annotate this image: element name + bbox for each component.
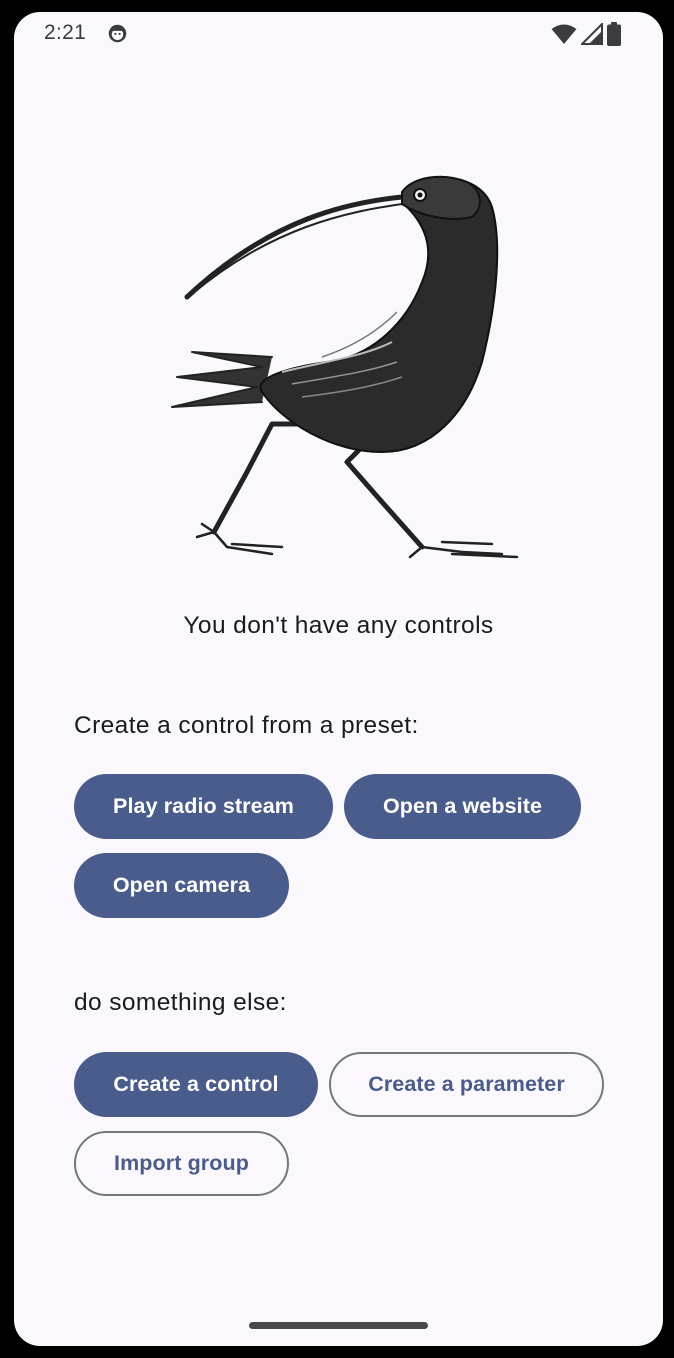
wifi-icon xyxy=(551,24,577,44)
open-camera-button[interactable]: Open camera xyxy=(74,853,289,918)
home-indicator[interactable] xyxy=(249,1322,428,1329)
open-website-button[interactable]: Open a website xyxy=(344,774,581,839)
app-screen: 2:21 You don't have any controls Create … xyxy=(14,12,663,1346)
status-icons xyxy=(551,22,621,46)
import-group-button[interactable]: Import group xyxy=(74,1131,289,1196)
curlew-bird-illustration xyxy=(171,175,519,559)
status-bar: 2:21 xyxy=(14,12,663,56)
create-control-button[interactable]: Create a control xyxy=(74,1052,318,1117)
android-debug-icon xyxy=(108,24,127,43)
create-parameter-button[interactable]: Create a parameter xyxy=(329,1052,604,1117)
status-time: 2:21 xyxy=(44,21,87,44)
battery-icon xyxy=(607,22,621,46)
play-radio-stream-button[interactable]: Play radio stream xyxy=(74,774,333,839)
preset-section-label: Create a control from a preset: xyxy=(74,712,419,739)
cell-signal-icon xyxy=(581,23,603,45)
other-section-label: do something else: xyxy=(74,989,287,1016)
empty-state-message: You don't have any controls xyxy=(183,612,494,639)
